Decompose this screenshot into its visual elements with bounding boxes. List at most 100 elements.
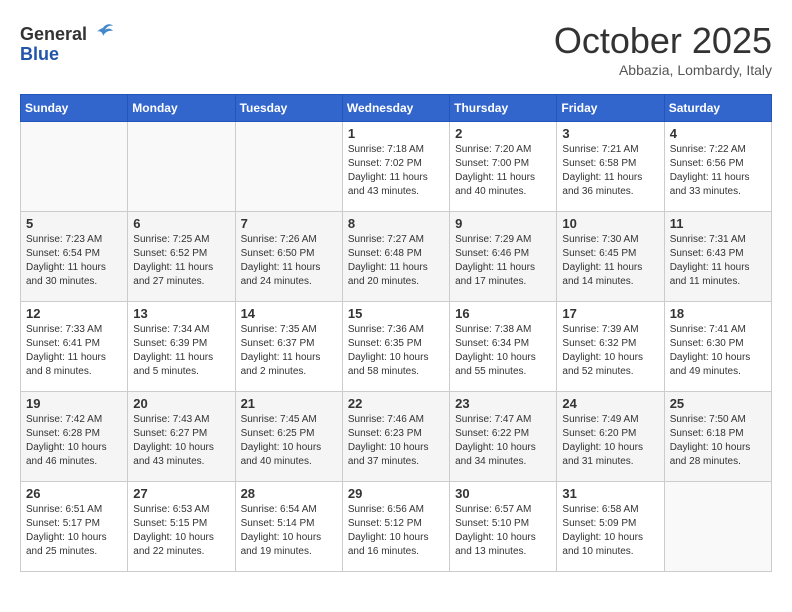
logo-bird-icon xyxy=(89,20,117,48)
day-number: 19 xyxy=(26,396,122,411)
day-info: Sunrise: 7:46 AM Sunset: 6:23 PM Dayligh… xyxy=(348,413,444,469)
calendar-cell: 25 Sunrise: 7:50 AM Sunset: 6:18 PM Dayli… xyxy=(664,392,771,482)
location-subtitle: Abbazia, Lombardy, Italy xyxy=(554,62,772,78)
day-info: Sunrise: 7:18 AM Sunset: 7:02 PM Dayligh… xyxy=(348,143,444,199)
day-info: Sunrise: 7:30 AM Sunset: 6:45 PM Dayligh… xyxy=(562,233,658,289)
day-number: 22 xyxy=(348,396,444,411)
day-info: Sunrise: 7:33 AM Sunset: 6:41 PM Dayligh… xyxy=(26,323,122,379)
calendar-cell: 28Sunrise: 6:54 AM Sunset: 5:14 PM Dayli… xyxy=(235,482,342,572)
day-number: 6 xyxy=(133,216,229,231)
day-number: 3 xyxy=(562,126,658,141)
day-info: Sunrise: 7:20 AM Sunset: 7:00 PM Dayligh… xyxy=(455,143,551,199)
day-number: 16 xyxy=(455,306,551,321)
calendar-cell: 19 Sunrise: 7:42 AM Sunset: 6:28 PM Dayli… xyxy=(21,392,128,482)
calendar-cell: 23 Sunrise: 7:47 AM Sunset: 6:22 PM Dayli… xyxy=(450,392,557,482)
day-info: Sunrise: 7:50 AM Sunset: 6:18 PM Dayligh… xyxy=(670,413,766,469)
calendar-cell: 8Sunrise: 7:27 AM Sunset: 6:48 PM Daylig… xyxy=(342,212,449,302)
day-number: 1 xyxy=(348,126,444,141)
day-info: Sunrise: 7:36 AM Sunset: 6:35 PM Dayligh… xyxy=(348,323,444,379)
calendar-cell: 29Sunrise: 6:56 AM Sunset: 5:12 PM Dayli… xyxy=(342,482,449,572)
week-row-3: 12 Sunrise: 7:33 AM Sunset: 6:41 PM Dayli… xyxy=(21,302,772,392)
day-info: Sunrise: 7:29 AM Sunset: 6:46 PM Dayligh… xyxy=(455,233,551,289)
day-number: 27 xyxy=(133,486,229,501)
calendar-cell: 11Sunrise: 7:31 AM Sunset: 6:43 PM Dayli… xyxy=(664,212,771,302)
logo-text-blue: Blue xyxy=(20,44,59,65)
week-row-5: 26 Sunrise: 6:51 AM Sunset: 5:17 PM Dayli… xyxy=(21,482,772,572)
calendar-cell: 1 Sunrise: 7:18 AM Sunset: 7:02 PM Daylig… xyxy=(342,122,449,212)
week-row-1: 1 Sunrise: 7:18 AM Sunset: 7:02 PM Daylig… xyxy=(21,122,772,212)
day-number: 21 xyxy=(241,396,337,411)
weekday-header-tuesday: Tuesday xyxy=(235,95,342,122)
day-info: Sunrise: 6:53 AM Sunset: 5:15 PM Dayligh… xyxy=(133,503,229,559)
calendar-cell: 14 Sunrise: 7:35 AM Sunset: 6:37 PM Dayli… xyxy=(235,302,342,392)
day-info: Sunrise: 6:57 AM Sunset: 5:10 PM Dayligh… xyxy=(455,503,551,559)
day-info: Sunrise: 7:21 AM Sunset: 6:58 PM Dayligh… xyxy=(562,143,658,199)
calendar-cell: 9 Sunrise: 7:29 AM Sunset: 6:46 PM Daylig… xyxy=(450,212,557,302)
calendar-cell: 4Sunrise: 7:22 AM Sunset: 6:56 PM Daylig… xyxy=(664,122,771,212)
day-info: Sunrise: 7:42 AM Sunset: 6:28 PM Dayligh… xyxy=(26,413,122,469)
calendar-cell: 10 Sunrise: 7:30 AM Sunset: 6:45 PM Dayli… xyxy=(557,212,664,302)
calendar-cell: 24Sunrise: 7:49 AM Sunset: 6:20 PM Dayli… xyxy=(557,392,664,482)
day-info: Sunrise: 7:34 AM Sunset: 6:39 PM Dayligh… xyxy=(133,323,229,379)
calendar-cell: 3 Sunrise: 7:21 AM Sunset: 6:58 PM Daylig… xyxy=(557,122,664,212)
weekday-header-thursday: Thursday xyxy=(450,95,557,122)
day-info: Sunrise: 7:23 AM Sunset: 6:54 PM Dayligh… xyxy=(26,233,122,289)
day-info: Sunrise: 7:38 AM Sunset: 6:34 PM Dayligh… xyxy=(455,323,551,379)
day-number: 4 xyxy=(670,126,766,141)
day-number: 30 xyxy=(455,486,551,501)
week-row-2: 5 Sunrise: 7:23 AM Sunset: 6:54 PM Daylig… xyxy=(21,212,772,302)
day-info: Sunrise: 7:39 AM Sunset: 6:32 PM Dayligh… xyxy=(562,323,658,379)
calendar-cell xyxy=(21,122,128,212)
calendar-cell: 21 Sunrise: 7:45 AM Sunset: 6:25 PM Dayli… xyxy=(235,392,342,482)
calendar-cell: 18Sunrise: 7:41 AM Sunset: 6:30 PM Dayli… xyxy=(664,302,771,392)
calendar-table: SundayMondayTuesdayWednesdayThursdayFrid… xyxy=(20,94,772,572)
calendar-cell: 2Sunrise: 7:20 AM Sunset: 7:00 PM Daylig… xyxy=(450,122,557,212)
day-number: 5 xyxy=(26,216,122,231)
day-number: 17 xyxy=(562,306,658,321)
day-number: 7 xyxy=(241,216,337,231)
day-number: 26 xyxy=(26,486,122,501)
day-info: Sunrise: 7:41 AM Sunset: 6:30 PM Dayligh… xyxy=(670,323,766,379)
calendar-cell: 5 Sunrise: 7:23 AM Sunset: 6:54 PM Daylig… xyxy=(21,212,128,302)
calendar-cell xyxy=(128,122,235,212)
day-number: 29 xyxy=(348,486,444,501)
calendar-cell: 30 Sunrise: 6:57 AM Sunset: 5:10 PM Dayli… xyxy=(450,482,557,572)
day-info: Sunrise: 7:43 AM Sunset: 6:27 PM Dayligh… xyxy=(133,413,229,469)
day-number: 23 xyxy=(455,396,551,411)
calendar-cell: 20 Sunrise: 7:43 AM Sunset: 6:27 PM Dayli… xyxy=(128,392,235,482)
day-info: Sunrise: 7:45 AM Sunset: 6:25 PM Dayligh… xyxy=(241,413,337,469)
weekday-header-friday: Friday xyxy=(557,95,664,122)
calendar-cell: 7 Sunrise: 7:26 AM Sunset: 6:50 PM Daylig… xyxy=(235,212,342,302)
day-number: 25 xyxy=(670,396,766,411)
day-number: 31 xyxy=(562,486,658,501)
day-info: Sunrise: 6:58 AM Sunset: 5:09 PM Dayligh… xyxy=(562,503,658,559)
day-info: Sunrise: 7:27 AM Sunset: 6:48 PM Dayligh… xyxy=(348,233,444,289)
calendar-cell: 13 Sunrise: 7:34 AM Sunset: 6:39 PM Dayli… xyxy=(128,302,235,392)
day-info: Sunrise: 7:35 AM Sunset: 6:37 PM Dayligh… xyxy=(241,323,337,379)
day-number: 28 xyxy=(241,486,337,501)
day-number: 15 xyxy=(348,306,444,321)
calendar-cell: 31 Sunrise: 6:58 AM Sunset: 5:09 PM Dayli… xyxy=(557,482,664,572)
calendar-cell xyxy=(235,122,342,212)
day-number: 14 xyxy=(241,306,337,321)
day-number: 13 xyxy=(133,306,229,321)
day-number: 9 xyxy=(455,216,551,231)
day-info: Sunrise: 7:47 AM Sunset: 6:22 PM Dayligh… xyxy=(455,413,551,469)
week-row-4: 19 Sunrise: 7:42 AM Sunset: 6:28 PM Dayli… xyxy=(21,392,772,482)
calendar-cell: 16 Sunrise: 7:38 AM Sunset: 6:34 PM Dayli… xyxy=(450,302,557,392)
weekday-header-wednesday: Wednesday xyxy=(342,95,449,122)
day-info: Sunrise: 7:49 AM Sunset: 6:20 PM Dayligh… xyxy=(562,413,658,469)
calendar-cell: 17 Sunrise: 7:39 AM Sunset: 6:32 PM Dayli… xyxy=(557,302,664,392)
weekday-header-row: SundayMondayTuesdayWednesdayThursdayFrid… xyxy=(21,95,772,122)
day-info: Sunrise: 7:26 AM Sunset: 6:50 PM Dayligh… xyxy=(241,233,337,289)
day-number: 10 xyxy=(562,216,658,231)
weekday-header-sunday: Sunday xyxy=(21,95,128,122)
calendar-cell: 27 Sunrise: 6:53 AM Sunset: 5:15 PM Dayli… xyxy=(128,482,235,572)
calendar-cell xyxy=(664,482,771,572)
day-info: Sunrise: 6:51 AM Sunset: 5:17 PM Dayligh… xyxy=(26,503,122,559)
day-number: 12 xyxy=(26,306,122,321)
calendar-cell: 6Sunrise: 7:25 AM Sunset: 6:52 PM Daylig… xyxy=(128,212,235,302)
calendar-cell: 22 Sunrise: 7:46 AM Sunset: 6:23 PM Dayli… xyxy=(342,392,449,482)
day-number: 20 xyxy=(133,396,229,411)
weekday-header-monday: Monday xyxy=(128,95,235,122)
